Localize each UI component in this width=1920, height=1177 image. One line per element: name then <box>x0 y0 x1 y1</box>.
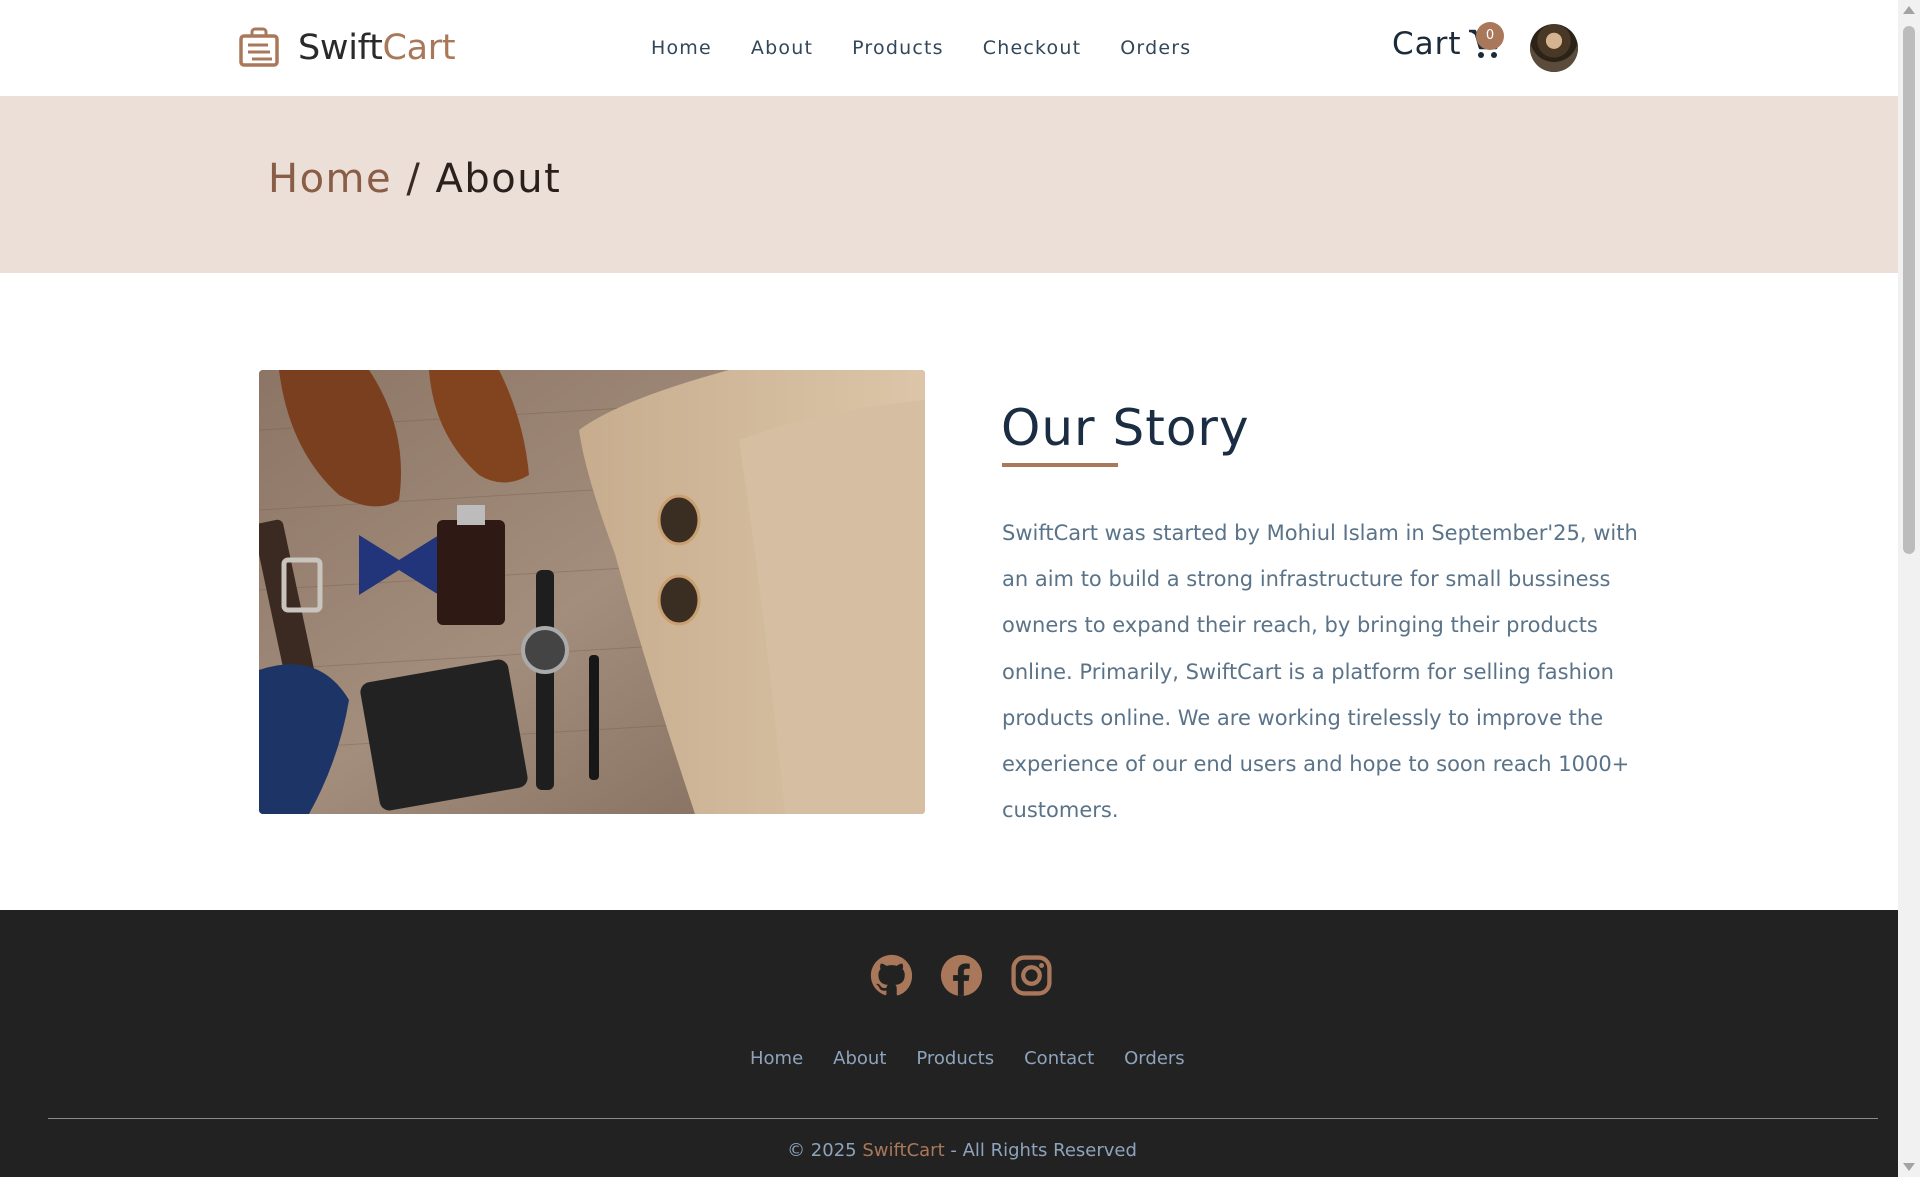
social-links <box>870 954 1053 997</box>
copyright-prefix: © 2025 <box>787 1140 863 1161</box>
brand-name: SwiftCart <box>298 26 456 70</box>
main-nav: Home About Products Checkout Orders <box>651 37 1191 59</box>
footer-link-home[interactable]: Home <box>750 1048 803 1069</box>
copyright-suffix: - All Rights Reserved <box>944 1140 1137 1161</box>
user-avatar[interactable] <box>1530 24 1578 72</box>
fashion-accessories-photo <box>259 370 925 814</box>
footer-nav: Home About Products Contact Orders <box>750 1048 1185 1069</box>
footer-divider <box>48 1118 1878 1119</box>
cart-count-badge: 0 <box>1476 22 1504 50</box>
scrollbar-thumb[interactable] <box>1903 26 1915 554</box>
page: SwiftCart Home About Products Checkout O… <box>0 0 1898 1177</box>
footer-link-products[interactable]: Products <box>916 1048 994 1069</box>
cart-label: Cart <box>1392 26 1462 62</box>
story-body: SwiftCart was started by Mohiul Islam in… <box>1002 521 1638 823</box>
nav-link-home[interactable]: Home <box>651 37 712 59</box>
brand-name-cart: Cart <box>382 28 456 68</box>
footer-nav-item: Orders <box>1124 1048 1185 1069</box>
footer: Home About Products Contact Orders © 202… <box>0 910 1898 1177</box>
footer-nav-item: Home <box>750 1048 803 1069</box>
story-title-underline <box>1002 463 1118 467</box>
brand-name-swift: Swift <box>298 28 383 68</box>
facebook-icon[interactable] <box>940 954 983 997</box>
breadcrumb: Home / About <box>268 156 561 202</box>
vertical-scrollbar[interactable] <box>1898 0 1920 1177</box>
page-banner: Home / About <box>0 96 1898 273</box>
nav-link-checkout[interactable]: Checkout <box>983 37 1082 59</box>
footer-nav-item: Contact <box>1024 1048 1094 1069</box>
nav-link-products[interactable]: Products <box>852 37 944 59</box>
footer-link-orders[interactable]: Orders <box>1124 1048 1185 1069</box>
breadcrumb-separator: / <box>406 156 422 202</box>
nav-item: Products <box>852 37 944 59</box>
story-image <box>259 370 925 814</box>
github-icon[interactable] <box>870 954 913 997</box>
nav-item: About <box>751 37 813 59</box>
footer-link-about[interactable]: About <box>833 1048 886 1069</box>
nav-item: Checkout <box>983 37 1082 59</box>
brand-logo-link[interactable]: SwiftCart <box>238 26 456 70</box>
instagram-icon[interactable] <box>1010 954 1053 997</box>
nav-link-orders[interactable]: Orders <box>1120 37 1191 59</box>
copyright-brand-link[interactable]: SwiftCart <box>862 1140 944 1161</box>
scroll-up-arrow-icon[interactable] <box>1903 6 1915 14</box>
cart-button[interactable]: Cart 0 <box>1392 22 1504 62</box>
breadcrumb-home-link[interactable]: Home <box>268 156 392 202</box>
footer-nav-item: About <box>833 1048 886 1069</box>
navbar: SwiftCart Home About Products Checkout O… <box>0 0 1898 96</box>
scroll-down-arrow-icon[interactable] <box>1903 1163 1915 1171</box>
nav-item: Orders <box>1120 37 1191 59</box>
nav-item: Home <box>651 37 712 59</box>
footer-nav-item: Products <box>916 1048 994 1069</box>
nav-link-about[interactable]: About <box>751 37 813 59</box>
story-title: Our Story <box>1001 399 1250 457</box>
copyright: © 2025 SwiftCart - All Rights Reserved <box>0 1140 1898 1161</box>
footer-link-contact[interactable]: Contact <box>1024 1048 1094 1069</box>
shopping-bag-logo-icon <box>239 27 279 67</box>
breadcrumb-current: About <box>435 156 562 202</box>
